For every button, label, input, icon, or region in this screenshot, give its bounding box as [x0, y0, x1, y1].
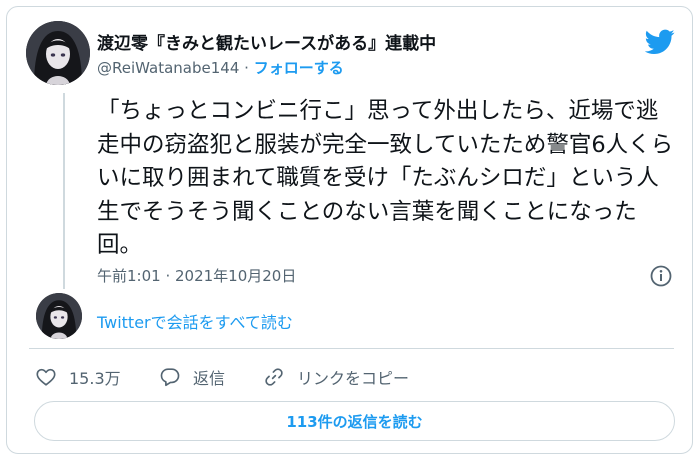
copy-link-label: リンクをコピー — [297, 369, 410, 388]
tweet-text: 「ちょっとコンビニ行こ」思って外出したら、近場で逃走中の窃盗犯と服装が完全一致し… — [97, 98, 674, 258]
reply-avatar[interactable] — [36, 293, 82, 339]
like-action[interactable]: 15.3万 — [35, 365, 121, 389]
handle-separator: · — [244, 59, 249, 77]
twitter-bird-icon[interactable] — [644, 29, 675, 55]
reply-bubble-icon — [160, 368, 180, 387]
read-conversation-link[interactable]: Twitterで会話をすべて読む — [97, 309, 293, 333]
like-count: 15.3万 — [69, 369, 121, 388]
follow-link[interactable]: フォローする — [254, 59, 344, 77]
author-handle-row: @ReiWatanabe144 · フォローする — [97, 57, 344, 78]
reply-action[interactable]: 返信 — [159, 365, 225, 389]
tweet-embed-card: 渡辺零『きみと観たいレースがある』連載中 @ReiWatanabe144 · フ… — [6, 6, 693, 454]
tweet-timestamp[interactable]: 午前1:01 · 2021年10月20日 — [97, 265, 296, 286]
link-icon — [265, 368, 283, 386]
divider — [29, 348, 674, 349]
author-display-name[interactable]: 渡辺零『きみと観たいレースがある』連載中 — [97, 29, 436, 54]
heart-icon — [36, 368, 56, 386]
info-icon[interactable] — [649, 264, 673, 288]
author-handle[interactable]: @ReiWatanabe144 — [97, 59, 239, 77]
thread-line — [63, 93, 65, 289]
read-replies-label: 113件の返信を読む — [286, 412, 423, 431]
reply-label: 返信 — [193, 369, 226, 388]
copy-link-action[interactable]: リンクをコピー — [263, 365, 409, 389]
author-avatar[interactable] — [26, 21, 90, 85]
read-replies-button[interactable]: 113件の返信を読む — [34, 401, 675, 441]
